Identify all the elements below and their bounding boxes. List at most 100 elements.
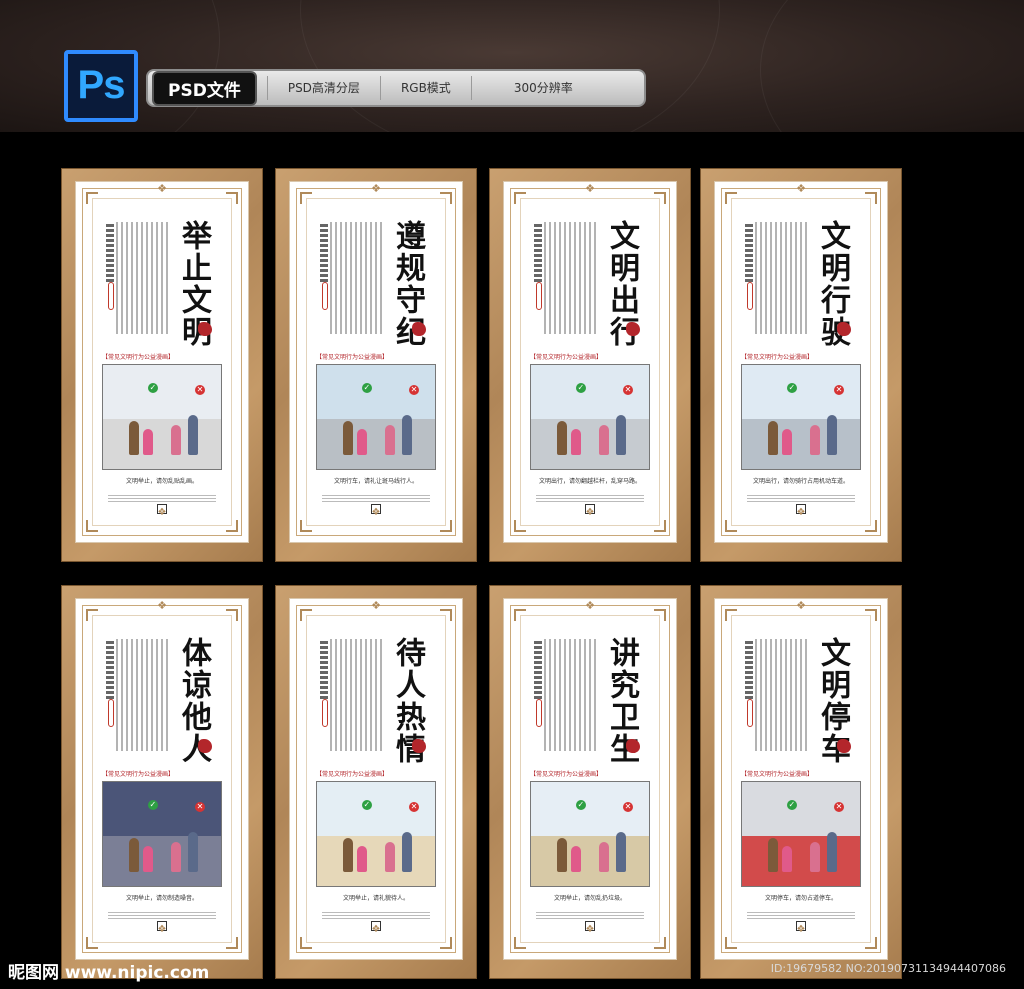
poster-panel: ❖ 文明停车 【常见文明行为公益漫画】 ✓ ✕ 文明停车，请勿占道停车。 ❖	[700, 585, 902, 979]
figure-icon	[571, 429, 582, 455]
check-icon: ✓	[361, 800, 372, 810]
corner-ornament-icon	[440, 520, 452, 532]
footer-text-lines	[536, 494, 644, 502]
corner-ornament-icon	[440, 609, 452, 621]
red-label-icon	[108, 282, 114, 310]
corner-ornament-icon	[654, 937, 666, 949]
cartoon-illustration: ✓ ✕	[741, 364, 861, 470]
figure-icon	[143, 429, 154, 455]
figure-icon	[385, 425, 396, 455]
corner-ornament-icon	[725, 609, 737, 621]
toolbar-segment-color-mode: RGB模式	[379, 76, 471, 100]
cartoon-illustration: ✓ ✕	[530, 781, 650, 887]
corner-ornament-icon	[86, 192, 98, 204]
figure-icon	[556, 421, 567, 455]
cartoon-illustration: ✓ ✕	[102, 781, 222, 887]
vertical-text-block	[320, 639, 328, 699]
cartoon-illustration: ✓ ✕	[316, 781, 436, 887]
check-icon: ✓	[575, 800, 586, 810]
corner-ornament-icon	[514, 937, 526, 949]
poster-paper: ❖ 文明出行 【常见文明行为公益漫画】 ✓ ✕ 文明出行，请勿翻越栏杆，乱穿马路…	[503, 181, 677, 543]
corner-ornament-icon	[86, 520, 98, 532]
footer-text-lines	[108, 911, 216, 919]
poster-paper: ❖ 讲究卫生 【常见文明行为公益漫画】 ✓ ✕ 文明举止，请勿乱扔垃圾。 ❖	[503, 598, 677, 960]
red-label-icon	[322, 699, 328, 727]
figure-icon	[826, 415, 837, 455]
scene-label: 【常见文明行为公益漫画】	[741, 771, 814, 778]
red-seal-icon	[412, 322, 426, 336]
figure-icon	[342, 838, 353, 872]
figure-icon	[385, 842, 396, 872]
figure-icon	[143, 846, 154, 872]
corner-ornament-icon	[654, 192, 666, 204]
footer-text-lines	[536, 911, 644, 919]
corner-ornament-icon	[514, 192, 526, 204]
vertical-text-block	[106, 222, 114, 282]
corner-ornament-icon	[226, 609, 238, 621]
footer-text-lines	[747, 911, 855, 919]
vertical-text-block	[534, 639, 542, 699]
corner-ornament-icon	[86, 609, 98, 621]
corner-ornament-icon	[226, 520, 238, 532]
scene-ground	[103, 419, 221, 469]
corner-ornament-icon	[654, 609, 666, 621]
poster-paper: ❖ 文明行驶 【常见文明行为公益漫画】 ✓ ✕ 文明出行，请勿骑行占用机动车道。…	[714, 181, 888, 543]
top-ornament-icon: ❖	[585, 182, 595, 195]
top-ornament-icon: ❖	[796, 599, 806, 612]
vertical-text-block	[320, 222, 328, 282]
scene-caption: 文明出行，请勿翻越栏杆，乱穿马路。	[538, 478, 641, 485]
scene-ground	[531, 419, 649, 469]
figure-icon	[810, 425, 821, 455]
vertical-text-block	[745, 222, 753, 282]
footer-text-lines	[322, 494, 430, 502]
cross-icon: ✕	[623, 385, 634, 395]
figure-icon	[171, 842, 182, 872]
cross-icon: ✕	[195, 385, 206, 395]
scene-label: 【常见文明行为公益漫画】	[530, 354, 603, 361]
poster-paper: ❖ 体谅他人 【常见文明行为公益漫画】 ✓ ✕ 文明举止，请勿制造噪音。 ❖	[75, 598, 249, 960]
figure-icon	[767, 838, 778, 872]
cartoon-illustration: ✓ ✕	[530, 364, 650, 470]
figure-icon	[556, 838, 567, 872]
cartoon-illustration: ✓ ✕	[741, 781, 861, 887]
check-icon: ✓	[786, 383, 797, 393]
figure-icon	[187, 415, 198, 455]
scene-ground	[742, 419, 860, 469]
corner-ornament-icon	[226, 192, 238, 204]
figure-icon	[826, 832, 837, 872]
corner-ornament-icon	[865, 609, 877, 621]
figure-icon	[767, 421, 778, 455]
red-seal-icon	[837, 739, 851, 753]
scene-caption: 文明停车，请勿占道停车。	[764, 895, 837, 902]
corner-ornament-icon	[865, 192, 877, 204]
body-text-lines	[116, 639, 168, 751]
red-seal-icon	[198, 322, 212, 336]
body-text-lines	[330, 222, 382, 334]
figure-icon	[357, 429, 368, 455]
scene-caption: 文明举止，请勿乱扔垃圾。	[553, 895, 626, 902]
red-label-icon	[536, 282, 542, 310]
red-seal-icon	[626, 739, 640, 753]
body-text-lines	[755, 222, 807, 334]
red-seal-icon	[412, 739, 426, 753]
poster-panel: ❖ 文明行驶 【常见文明行为公益漫画】 ✓ ✕ 文明出行，请勿骑行占用机动车道。…	[700, 168, 902, 562]
scene-label: 【常见文明行为公益漫画】	[316, 354, 389, 361]
bottom-ornament-icon: ❖	[796, 924, 806, 935]
body-text-lines	[755, 639, 807, 751]
corner-ornament-icon	[440, 937, 452, 949]
psd-file-label: PSD文件	[152, 70, 257, 106]
figure-icon	[187, 832, 198, 872]
corner-ornament-icon	[865, 520, 877, 532]
corner-ornament-icon	[725, 520, 737, 532]
figure-icon	[357, 846, 368, 872]
cross-icon: ✕	[834, 802, 845, 812]
check-icon: ✓	[575, 383, 586, 393]
check-icon: ✓	[147, 800, 158, 810]
figure-icon	[128, 421, 139, 455]
scene-ground	[317, 419, 435, 469]
scene-ground	[531, 836, 649, 886]
scene-caption: 文明行车，请礼让斑马线行人。	[333, 478, 418, 485]
cross-icon: ✕	[409, 385, 420, 395]
scene-caption: 文明出行，请勿骑行占用机动车道。	[752, 478, 849, 485]
scene-label: 【常见文明行为公益漫画】	[530, 771, 603, 778]
